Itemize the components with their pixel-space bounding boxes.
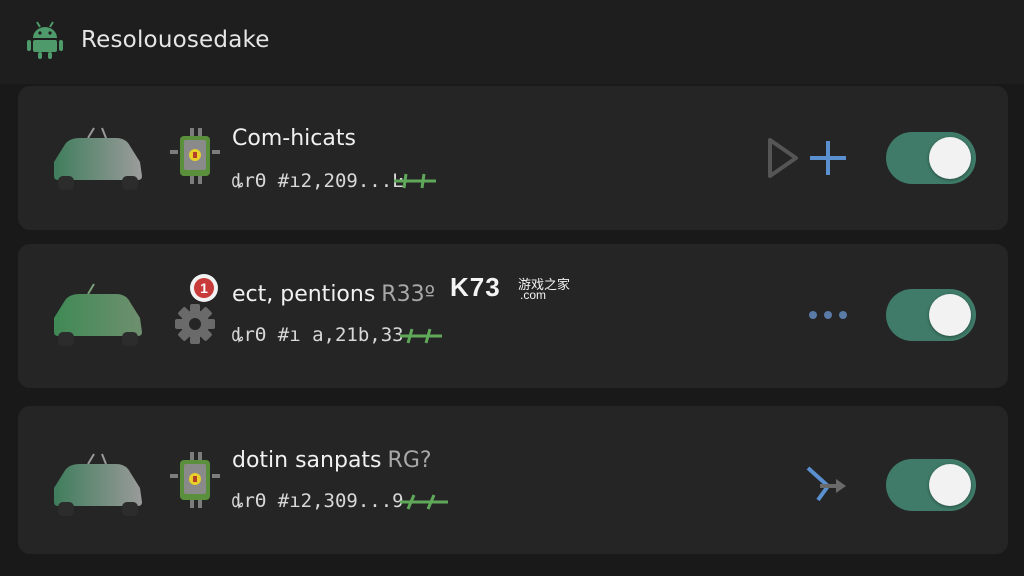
list-item[interactable]: dotin sanpats RG? ȡrΘ #ı2,309...9 — [18, 406, 1008, 554]
plus-icon[interactable] — [808, 138, 848, 178]
status-mark-icon — [394, 173, 436, 189]
android-robot-icon — [27, 21, 63, 59]
status-mark-icon — [400, 494, 448, 510]
item-title: ect, pentions R33º — [232, 282, 435, 307]
item-title-text: dotin sanpats — [232, 448, 382, 473]
enable-toggle[interactable] — [886, 132, 976, 184]
site-watermark: K73 游戏之家 .com — [450, 272, 576, 304]
notification-badge: 1 — [190, 274, 218, 302]
toggle-knob — [929, 294, 971, 336]
item-meta: ȡrΘ #ı a,21b,33 — [232, 324, 404, 346]
enable-toggle[interactable] — [886, 459, 976, 511]
list-item[interactable]: Com-hicats ȡrΘ #ı2,209...Ŀ — [18, 86, 1008, 230]
status-mark-icon — [400, 328, 442, 344]
car-icon — [54, 127, 142, 190]
car-icon — [54, 453, 142, 516]
badge-count: 1 — [194, 278, 214, 298]
item-tag: RG? — [387, 448, 432, 473]
car-icon — [54, 283, 142, 346]
more-dots-icon[interactable] — [806, 308, 850, 322]
item-title: dotin sanpats RG? — [232, 448, 432, 473]
watermark-main: K73 — [450, 272, 501, 302]
item-meta: ȡrΘ #ı2,309...9 — [232, 490, 404, 512]
item-meta: ȡrΘ #ı2,209...Ŀ — [232, 170, 404, 192]
watermark-domain: .com — [520, 288, 547, 302]
gear-icon — [175, 304, 215, 344]
plugin-chip-icon — [170, 452, 220, 508]
item-title-text: ect, pentions — [232, 282, 376, 307]
arrow-icon[interactable] — [804, 464, 850, 504]
list-item[interactable]: 1 ect, pentions R33º ȡrΘ #ı a,21b,33 — [18, 244, 1008, 388]
item-title-text: Com-hicats — [232, 126, 356, 151]
item-tag: R33º — [381, 282, 435, 307]
toggle-knob — [929, 464, 971, 506]
toggle-knob — [929, 137, 971, 179]
app-header: Resolouosedake — [0, 0, 1024, 84]
item-title: Com-hicats — [232, 126, 362, 151]
plugin-chip-icon — [170, 128, 220, 184]
app-title: Resolouosedake — [81, 27, 270, 53]
shield-outline-icon[interactable] — [766, 136, 800, 180]
enable-toggle[interactable] — [886, 289, 976, 341]
